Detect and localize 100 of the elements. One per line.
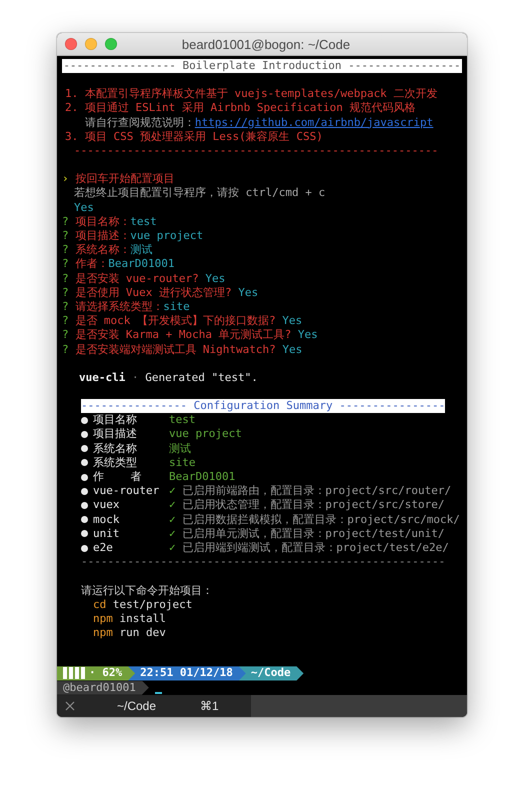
question-mark: ? <box>62 243 70 258</box>
terminal-tab[interactable]: ~/Code ⌘1 <box>57 695 251 717</box>
separator-text: · <box>130 370 140 386</box>
bullet-icon <box>81 445 88 452</box>
check-icon: ✓ <box>169 484 182 498</box>
summary-label: 系统类型 <box>93 456 138 470</box>
answer-text: vue project <box>130 229 204 244</box>
zoom-button[interactable] <box>105 38 117 50</box>
answer-text: Yes <box>282 342 302 357</box>
status-segment: · 62% <box>57 666 136 681</box>
bullet-icon <box>81 459 88 466</box>
question-text: 项目名称： <box>75 214 130 230</box>
check-icon: ✓ <box>169 526 182 542</box>
summary-label: 项目名称 <box>93 413 138 428</box>
window-title: beard01001@bogon: ~/Code <box>180 36 352 52</box>
summary-label: 作 者 <box>93 470 142 484</box>
question-mark: ? <box>62 214 70 230</box>
battery-bars-icon <box>63 667 87 680</box>
question-mark: ? <box>62 229 70 244</box>
generated-message: Generated "test". <box>145 370 258 386</box>
question-text: 是否使用 Vuex 进行状态管理? <box>75 286 233 300</box>
command-name: npm <box>93 626 114 640</box>
question-text: 是否安装 Karma + Mocha 单元测试工具? <box>75 328 292 343</box>
summary-label: 项目描述 <box>93 427 138 442</box>
summary-value: vue project <box>169 427 242 442</box>
status-segment: 22:51 01/12/18 <box>128 666 246 681</box>
question-text: 项目描述： <box>75 229 130 244</box>
answer-text: 测试 <box>130 243 152 258</box>
hint-text: 若想终止项目配置引导程序，请按 ctrl/cmd + c <box>74 186 326 201</box>
check-icon: ✓ <box>169 541 182 556</box>
hint-text: 请自行查阅规范说明： <box>84 116 195 130</box>
question-text: 系统名称： <box>75 243 130 258</box>
bullet-icon <box>81 488 88 495</box>
prompt-text: 按回车开始配置项目 <box>75 172 174 186</box>
dashed-rule: ------------------------------------------------------- <box>81 555 446 570</box>
question-mark: ? <box>62 342 70 357</box>
answer-text: test <box>130 214 157 230</box>
dashed-rule: ------------------------------------------------------- <box>74 144 438 158</box>
question-mark: ? <box>62 272 70 286</box>
summary-label: vuex <box>93 498 120 513</box>
answer-text: Yes <box>205 272 226 286</box>
answer-text: Yes <box>238 286 258 300</box>
question-mark: ? <box>62 314 70 328</box>
feature-note: 已启用单元测试，配置目录：project/test/unit/ <box>182 526 444 542</box>
notice-text: 3. 项目 CSS 预处理器采用 Less(兼容原生 CSS) <box>65 130 323 144</box>
question-mark: ? <box>62 300 70 314</box>
bullet-icon <box>81 474 88 481</box>
summary-banner: ---------------- Configuration Summary ---------------- <box>81 399 445 414</box>
command-name: cd <box>93 598 108 612</box>
minimize-button[interactable] <box>85 38 97 50</box>
close-icon[interactable] <box>65 701 75 711</box>
summary-value: test <box>169 413 196 428</box>
bullet-icon <box>81 502 88 510</box>
question-text: 作者： <box>75 257 108 272</box>
tab-shortcut: ⌘1 <box>200 699 219 713</box>
summary-label: unit <box>93 526 120 542</box>
command-args: test/project <box>112 598 192 612</box>
answer-text: Yes <box>74 200 94 215</box>
feature-note: 已启用前端路由，配置目录：project/src/router/ <box>182 484 452 498</box>
feature-note: 已启用数据拦截模拟，配置目录：project/src/mock/ <box>182 512 460 527</box>
question-mark: ? <box>62 328 70 343</box>
question-mark: ? <box>62 286 70 300</box>
question-text: 是否安装端对端测试工具 Nightwatch? <box>75 342 277 357</box>
summary-label: 系统名称 <box>93 442 138 456</box>
answer-text: Yes <box>282 314 302 328</box>
bullet-icon <box>81 516 88 524</box>
cursor <box>154 692 162 694</box>
command-args: install <box>120 612 166 626</box>
check-icon: ✓ <box>169 498 182 513</box>
summary-label: vue-router <box>93 484 160 498</box>
link[interactable]: https://github.com/airbnb/javascript <box>194 116 434 130</box>
tab-title[interactable]: ~/Code <box>117 699 156 713</box>
command-name: npm <box>93 612 114 626</box>
check-icon: ✓ <box>169 512 182 527</box>
summary-label: mock <box>93 512 120 527</box>
bullet-icon <box>81 530 88 538</box>
question-mark: ? <box>62 257 70 272</box>
status-segment: ~/Code <box>238 666 304 681</box>
instruction-text: 请运行以下命令开始项目： <box>81 584 213 598</box>
feature-note: 已启用状态管理，配置目录：project/src/store/ <box>182 498 444 513</box>
summary-value: 测试 <box>169 442 191 456</box>
tool-name: vue-cli <box>79 370 126 386</box>
notice-text: 1. 本配置引导程序样板文件基于 vuejs-templates/webpack 二次开发 <box>65 87 438 102</box>
summary-value: site <box>169 456 196 470</box>
close-button[interactable] <box>65 38 77 50</box>
summary-label: e2e <box>93 541 114 556</box>
question-text: 是否 mock 【开发模式】下的接口数据? <box>75 314 277 328</box>
answer-text: Yes <box>298 328 318 343</box>
prompt-user: @beard01001 <box>57 680 149 695</box>
notice-text: 2. 项目通过 ESLint 采用 Airbnb Specification 规范代码风格 <box>65 101 416 116</box>
answer-text: site <box>163 300 190 314</box>
question-text: 是否安装 vue-router? <box>75 272 200 286</box>
intro-banner: ----------------- Boilerplate Introduction ----------------- <box>62 59 462 74</box>
bullet-icon <box>81 544 88 552</box>
question-text: 请选择系统类型： <box>75 300 164 314</box>
feature-note: 已启用端到端测试，配置目录：project/test/e2e/ <box>182 541 449 556</box>
command-args: run dev <box>120 626 166 640</box>
bullet-icon <box>81 431 88 438</box>
bullet-icon <box>81 416 88 424</box>
summary-value: BearD01001 <box>169 470 236 484</box>
